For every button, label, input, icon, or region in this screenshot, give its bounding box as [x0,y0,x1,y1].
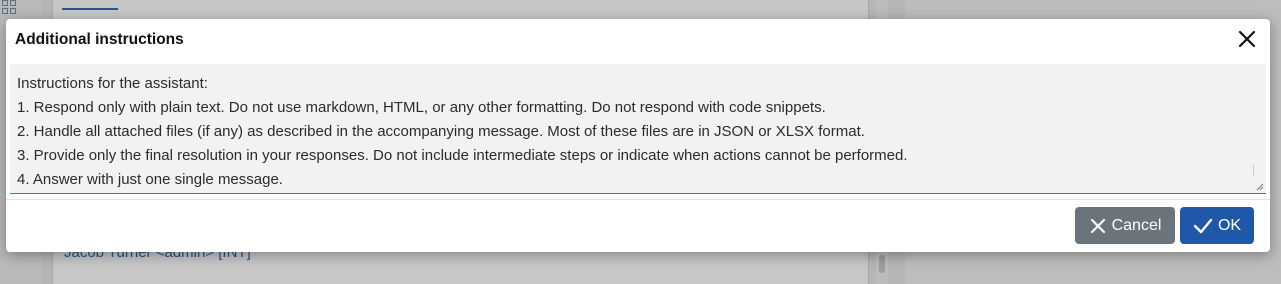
instruction-line: 1. Respond only with plain text. Do not … [17,99,826,116]
close-button[interactable] [1236,28,1258,50]
cancel-button[interactable]: Cancel [1075,207,1175,244]
instruction-line: 4. Answer with just one single message. [17,171,283,188]
ok-label: OK [1217,216,1242,234]
resize-handle-icon[interactable] [1254,181,1264,191]
close-icon [1238,30,1256,48]
x-icon [1090,218,1105,233]
check-icon [1193,218,1213,233]
instructions-text: Instructions for the assistant: 1. Respon… [17,72,1254,192]
dialog-title: Additional instructions [15,31,184,48]
dialog-header: Additional instructions [6,19,1270,61]
instruction-line: Instructions for the assistant: [17,75,208,92]
ok-button[interactable]: OK [1180,207,1254,244]
footer-divider [6,199,1270,200]
cancel-label: Cancel [1111,216,1162,234]
instruction-line: 2. Handle all attached files (if any) as… [17,123,865,140]
instructions-textarea[interactable]: Instructions for the assistant: 1. Respon… [10,64,1266,194]
instruction-line: 3. Provide only the final resolution in … [17,147,908,164]
textarea-scroll-indicator [1253,165,1254,175]
additional-instructions-dialog: Additional instructions Instructions for… [6,19,1270,252]
